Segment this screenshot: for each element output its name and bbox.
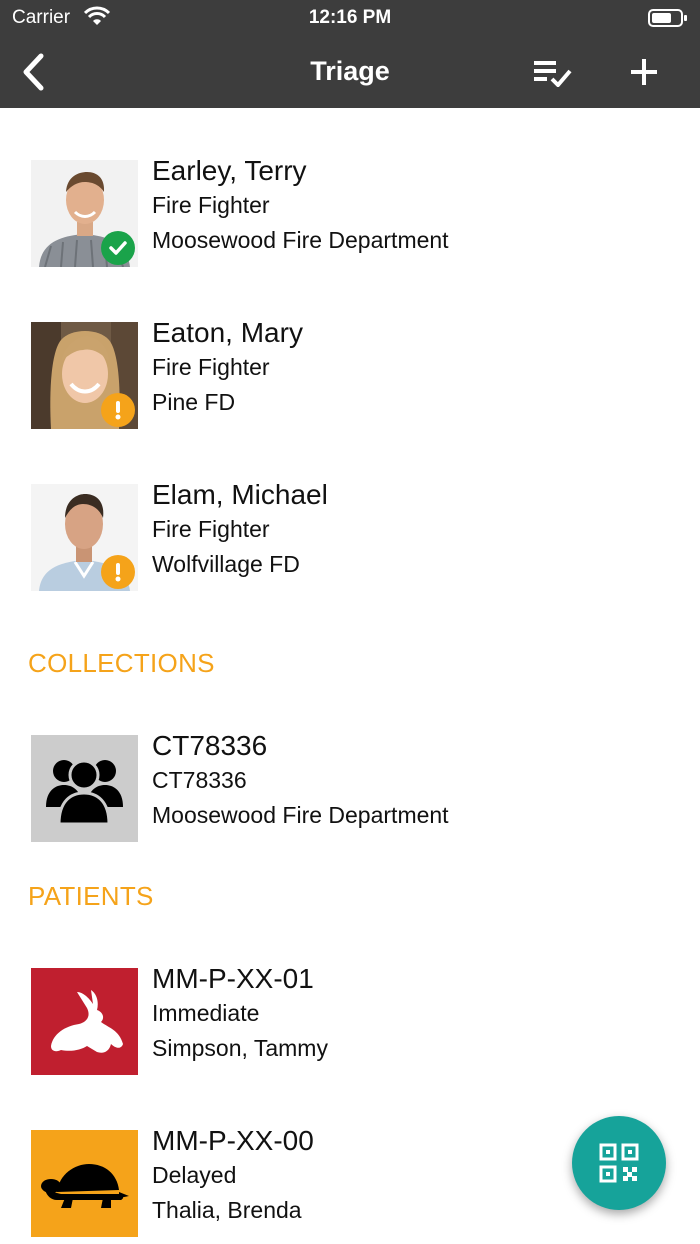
collection-info: CT78336 CT78336 Moosewood Fire Departmen… <box>152 729 449 833</box>
patient-id: MM-P-XX-00 <box>152 1125 314 1156</box>
person-info: Earley, Terry Fire Fighter Moosewood Fir… <box>152 154 449 258</box>
status-time: 12:16 PM <box>308 7 392 28</box>
list-check-icon <box>534 61 572 87</box>
person-name: Eaton, Mary <box>152 317 303 348</box>
person-info: Eaton, Mary Fire Fighter Pine FD <box>152 316 303 420</box>
status-bar: Carrier 12:16 PM <box>0 0 700 36</box>
exclamation-icon <box>115 563 121 582</box>
navigation-bar: Triage <box>0 36 700 108</box>
triage-immediate-tile <box>31 968 138 1075</box>
person-info: Elam, Michael Fire Fighter Wolfvillage F… <box>152 478 328 582</box>
list-item-collection[interactable]: CT78336 CT78336 Moosewood Fire Departmen… <box>0 730 700 843</box>
rabbit-icon <box>51 990 123 1053</box>
patient-id: MM-P-XX-01 <box>152 963 314 994</box>
top-bar: Carrier 12:16 PM Triage <box>0 0 700 108</box>
scan-qr-button[interactable] <box>572 1116 666 1210</box>
list-item-person[interactable]: Earley, Terry Fire Fighter Moosewood Fir… <box>0 155 700 268</box>
plus-icon <box>631 59 657 85</box>
list-item-person[interactable]: Eaton, Mary Fire Fighter Pine FD <box>0 317 700 430</box>
patient-info: MM-P-XX-00 Delayed Thalia, Brenda <box>152 1124 314 1228</box>
list-item-person[interactable]: Elam, Michael Fire Fighter Wolfvillage F… <box>0 479 700 592</box>
collection-thumbnail <box>31 735 138 842</box>
person-name: Elam, Michael <box>152 479 328 510</box>
status-ok-badge <box>101 231 135 265</box>
patient-name: Simpson, Tammy <box>152 1035 328 1061</box>
person-org: Moosewood Fire Department <box>152 227 449 253</box>
group-icon <box>46 759 123 826</box>
person-role: Fire Fighter <box>152 192 270 218</box>
collection-org: Moosewood Fire Department <box>152 802 449 828</box>
exclamation-icon <box>115 401 121 420</box>
person-role: Fire Fighter <box>152 516 270 542</box>
collection-code: CT78336 <box>152 767 247 793</box>
patient-priority: Delayed <box>152 1162 237 1188</box>
battery-icon <box>648 8 688 34</box>
patient-info: MM-P-XX-01 Immediate Simpson, Tammy <box>152 962 328 1066</box>
turtle-icon <box>41 1164 129 1208</box>
person-org: Wolfvillage FD <box>152 551 300 577</box>
qr-code-icon <box>599 1143 639 1183</box>
select-list-button[interactable] <box>530 50 574 94</box>
person-role: Fire Fighter <box>152 354 270 380</box>
person-org: Pine FD <box>152 389 236 415</box>
status-warning-badge <box>101 555 135 589</box>
patient-priority: Immediate <box>152 1000 260 1026</box>
checkmark-icon <box>109 241 127 255</box>
person-name: Earley, Terry <box>152 155 307 186</box>
collections-section-header: COLLECTIONS <box>28 648 215 678</box>
patient-name: Thalia, Brenda <box>152 1197 302 1223</box>
add-button[interactable] <box>622 50 666 94</box>
list-item-patient[interactable]: MM-P-XX-01 Immediate Simpson, Tammy <box>0 963 700 1076</box>
status-warning-badge <box>101 393 135 427</box>
collection-title: CT78336 <box>152 730 268 761</box>
triage-delayed-tile <box>31 1130 138 1237</box>
patients-section-header: PATIENTS <box>28 881 154 911</box>
page-title: Triage <box>310 56 390 86</box>
